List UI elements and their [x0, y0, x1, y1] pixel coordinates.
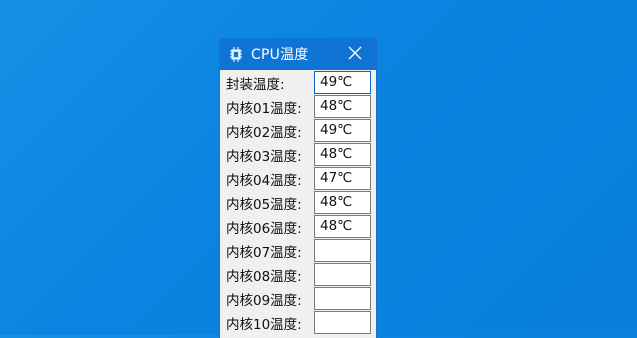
temp-label: 内核02温度:	[226, 125, 302, 141]
window-title: CPU温度	[251, 47, 309, 63]
temp-row-core-10: 内核10温度:	[220, 311, 376, 335]
temp-label: 内核10温度:	[226, 317, 302, 333]
temp-row-core-01: 内核01温度: 48℃	[220, 95, 376, 119]
close-icon	[348, 45, 362, 64]
temp-label: 封装温度:	[226, 77, 285, 93]
temp-value-field[interactable]: 49℃	[314, 71, 371, 94]
cpu-temperature-window: CPU温度 封装温度: 49℃ 内核01温度: 48℃ 内核02温度: 49℃ …	[219, 38, 377, 338]
temp-row-package: 封装温度: 49℃	[220, 71, 376, 95]
temp-value-field[interactable]: 49℃	[314, 119, 371, 142]
temp-value-field[interactable]	[314, 287, 371, 310]
temp-label: 内核04温度:	[226, 173, 302, 189]
temp-row-core-06: 内核06温度: 48℃	[220, 215, 376, 239]
temp-value-field[interactable]: 47℃	[314, 167, 371, 190]
temp-row-core-04: 内核04温度: 47℃	[220, 167, 376, 191]
temp-label: 内核07温度:	[226, 245, 302, 261]
close-button[interactable]	[334, 38, 376, 70]
temp-row-core-08: 内核08温度:	[220, 263, 376, 287]
temp-value-field[interactable]	[314, 311, 371, 334]
temp-row-core-07: 内核07温度:	[220, 239, 376, 263]
temp-value-field[interactable]: 48℃	[314, 95, 371, 118]
title-bar[interactable]: CPU温度	[220, 38, 376, 70]
temp-label: 内核09温度:	[226, 293, 302, 309]
temp-label: 内核03温度:	[226, 149, 302, 165]
temp-label: 内核05温度:	[226, 197, 302, 213]
temp-label: 内核08温度:	[226, 269, 302, 285]
temp-row-core-02: 内核02温度: 49℃	[220, 119, 376, 143]
temperature-list: 封装温度: 49℃ 内核01温度: 48℃ 内核02温度: 49℃ 内核03温度…	[220, 70, 376, 335]
temp-row-core-03: 内核03温度: 48℃	[220, 143, 376, 167]
temp-row-core-09: 内核09温度:	[220, 287, 376, 311]
cpu-gear-icon	[227, 45, 245, 63]
temp-label: 内核01温度:	[226, 101, 302, 117]
temp-row-core-05: 内核05温度: 48℃	[220, 191, 376, 215]
temp-value-field[interactable]: 48℃	[314, 191, 371, 214]
temp-value-field[interactable]	[314, 239, 371, 262]
temp-label: 内核06温度:	[226, 221, 302, 237]
temp-value-field[interactable]: 48℃	[314, 215, 371, 238]
temp-value-field[interactable]	[314, 263, 371, 286]
temp-value-field[interactable]: 48℃	[314, 143, 371, 166]
